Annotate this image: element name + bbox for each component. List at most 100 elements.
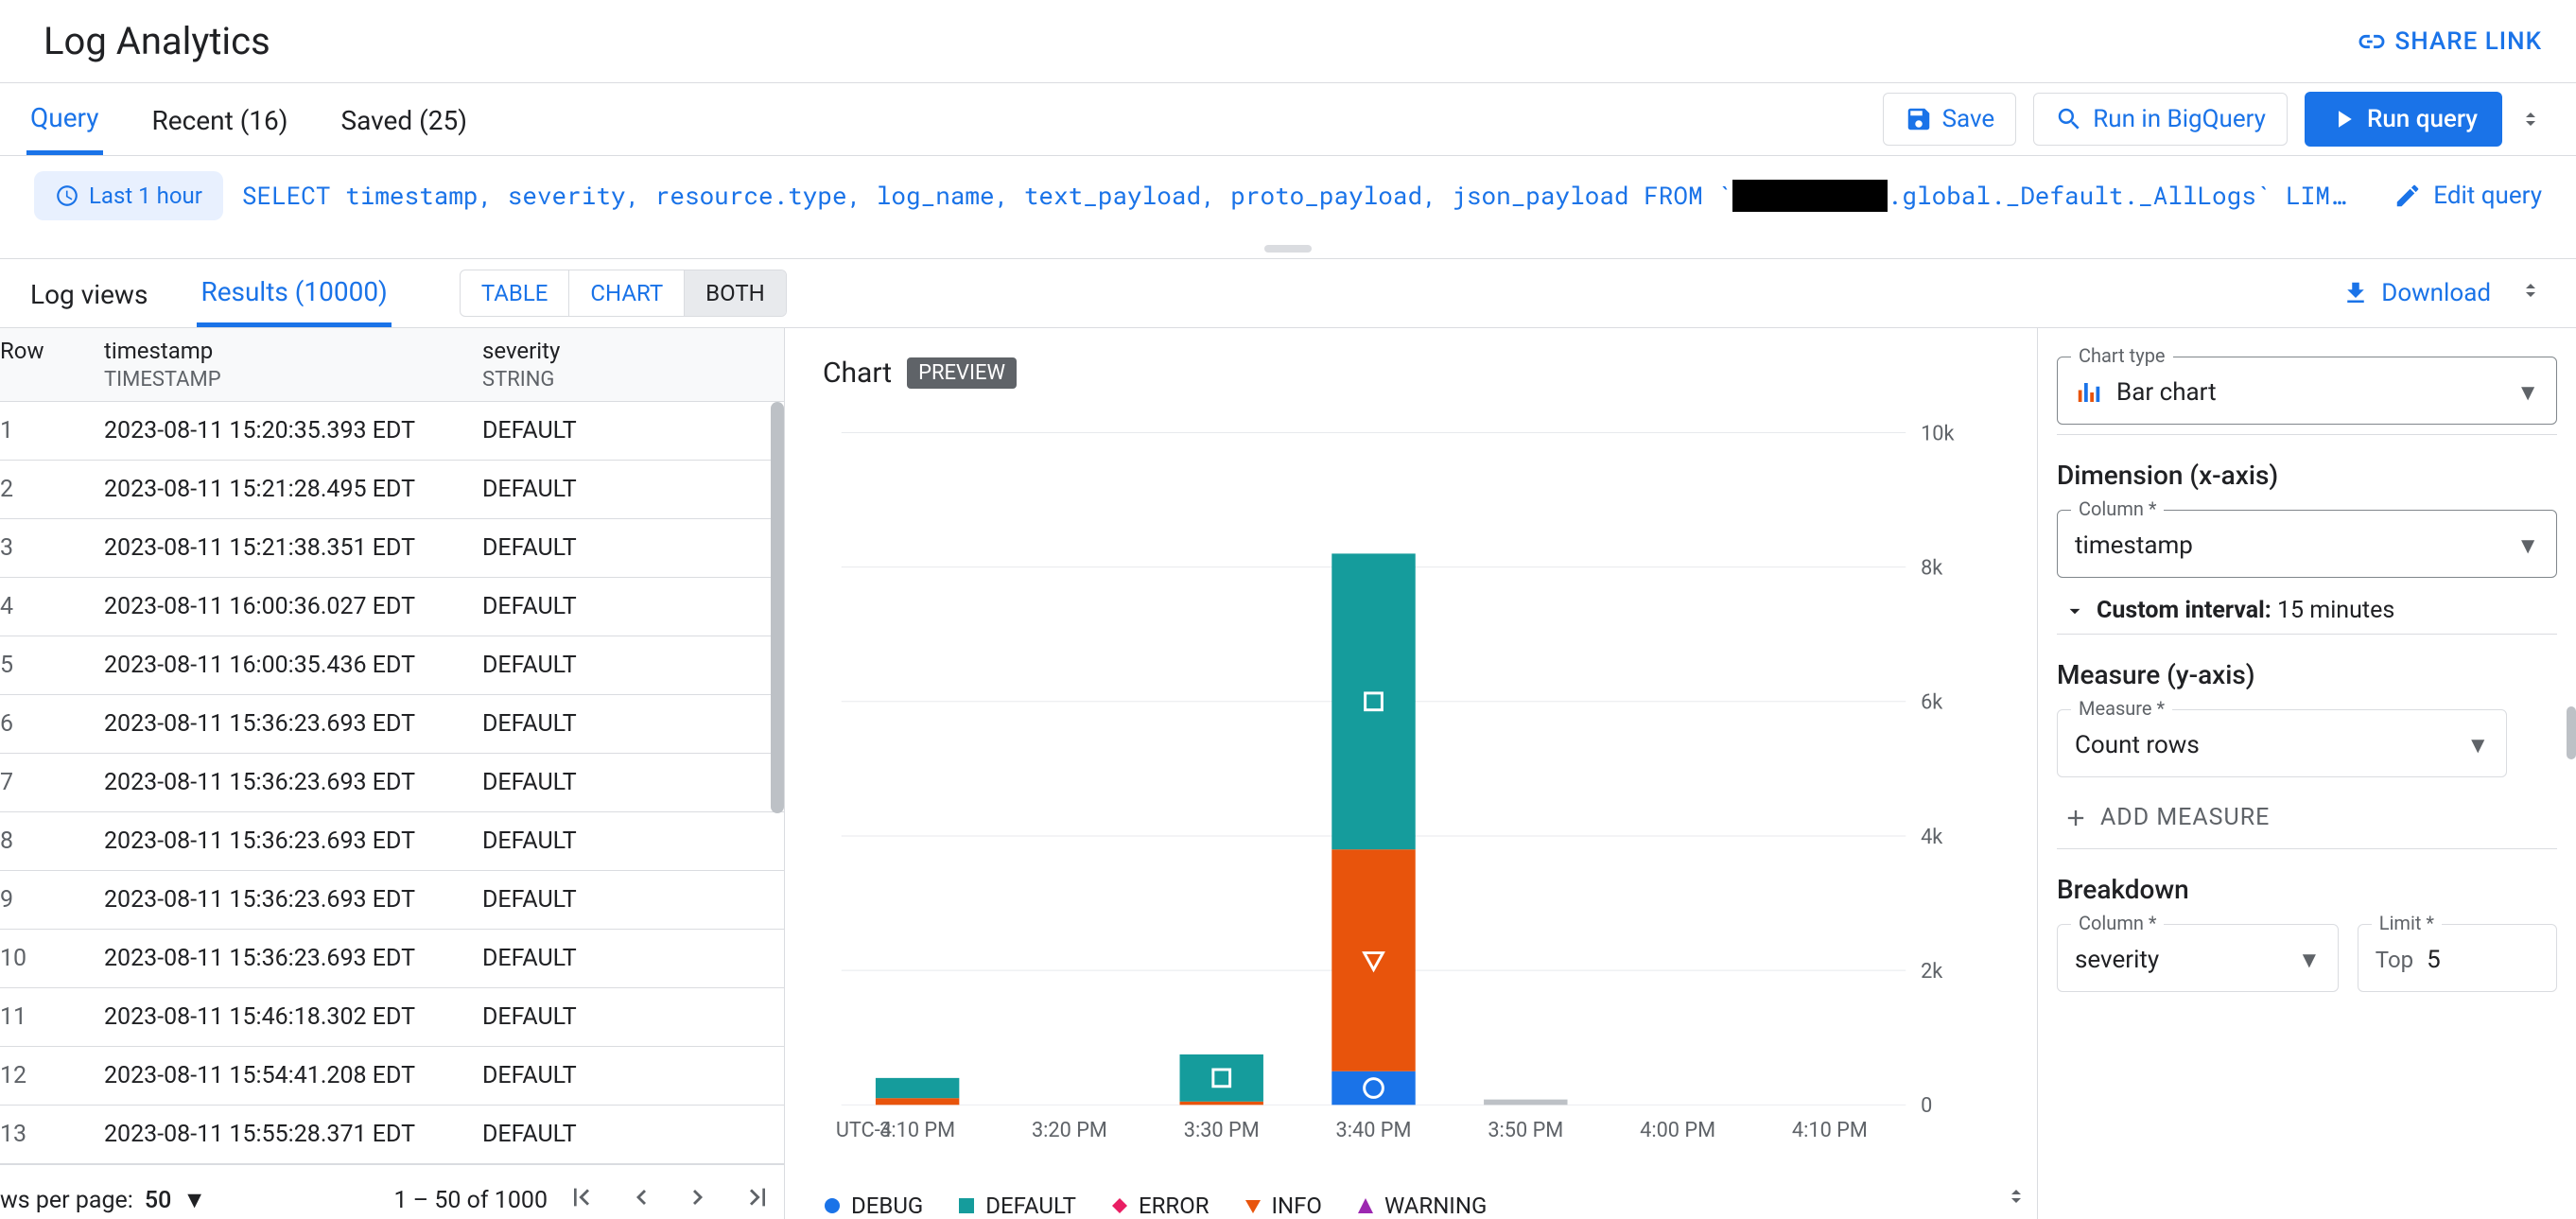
breakdown-limit-value: 5: [2427, 946, 2539, 974]
legend-item-debug[interactable]: DEBUG: [823, 1193, 923, 1219]
breakdown-heading: Breakdown: [2057, 874, 2557, 905]
svg-text:0: 0: [1921, 1094, 1932, 1118]
download-button[interactable]: Download: [2341, 279, 2491, 307]
sql-query-text: SELECT timestamp, severity, resource.typ…: [242, 180, 2375, 212]
table-row[interactable]: 62023-08-11 15:36:23.693 EDTDEFAULT: [0, 695, 784, 754]
preview-badge: PREVIEW: [907, 357, 1017, 389]
bigquery-icon: [2055, 105, 2083, 133]
link-icon: [2354, 26, 2386, 58]
dimension-heading: Dimension (x-axis): [2057, 460, 2557, 491]
svg-text:8k: 8k: [1921, 557, 1942, 581]
svg-text:3:20 PM: 3:20 PM: [1032, 1119, 1107, 1142]
edit-query-button[interactable]: Edit query: [2393, 182, 2542, 210]
run-bigquery-label: Run in BigQuery: [2093, 105, 2266, 133]
chevron-down-icon: ▼: [2516, 532, 2539, 560]
page-title: Log Analytics: [44, 19, 270, 63]
chart-type-select[interactable]: Chart type Bar chart ▼: [2057, 357, 2557, 425]
bar-chart-icon: [2075, 378, 2103, 407]
table-header: Row timestampTIMESTAMP severitySTRING: [0, 328, 784, 402]
dimension-column-label: Column *: [2071, 497, 2164, 520]
breakdown-column-value: severity: [2075, 946, 2285, 974]
pencil-icon: [2393, 182, 2422, 210]
legend-item-default[interactable]: DEFAULT: [957, 1193, 1076, 1219]
tab-log-views[interactable]: Log views: [26, 262, 151, 325]
view-toggle-table[interactable]: TABLE: [461, 270, 570, 316]
table-row[interactable]: 112023-08-11 15:46:18.302 EDTDEFAULT: [0, 988, 784, 1047]
table-row[interactable]: 32023-08-11 15:21:38.351 EDTDEFAULT: [0, 519, 784, 578]
table-row[interactable]: 132023-08-11 15:55:28.371 EDTDEFAULT: [0, 1106, 784, 1164]
view-toggle-both[interactable]: BOTH: [685, 270, 786, 316]
chart-heading: Chart: [823, 357, 892, 390]
measure-label: Measure *: [2071, 697, 2172, 720]
share-link-button[interactable]: SHARE LINK: [2354, 26, 2542, 58]
download-label: Download: [2381, 279, 2491, 307]
main-tab-saved-[interactable]: Saved (25): [338, 86, 471, 153]
custom-interval-toggle[interactable]: Custom interval: 15 minutes: [2057, 578, 2557, 624]
table-row[interactable]: 102023-08-11 15:36:23.693 EDTDEFAULT: [0, 930, 784, 988]
save-icon: [1905, 105, 1933, 133]
main-tab-recent-[interactable]: Recent (16): [148, 86, 292, 153]
chevron-down-icon: ▼: [2516, 379, 2539, 407]
svg-text:3:50 PM: 3:50 PM: [1488, 1119, 1563, 1142]
chevron-down-icon: ▼: [2466, 732, 2489, 759]
run-query-button[interactable]: Run query: [2305, 92, 2502, 147]
last-page-button[interactable]: [742, 1182, 773, 1219]
side-panel-scrollbar[interactable]: [2567, 706, 2576, 759]
legend-item-error[interactable]: ERROR: [1110, 1193, 1210, 1219]
rows-per-page-label: ws per page:: [0, 1187, 133, 1214]
tab-results[interactable]: Results (10000): [197, 259, 391, 327]
table-row[interactable]: 52023-08-11 16:00:35.436 EDTDEFAULT: [0, 636, 784, 695]
legend-swatch-icon: [957, 1196, 976, 1215]
dimension-column-select[interactable]: Column * timestamp ▼: [2057, 510, 2557, 578]
collapse-icon[interactable]: [2519, 279, 2542, 307]
breakdown-limit-field[interactable]: Limit * Top 5: [2358, 924, 2557, 992]
svg-text:6k: 6k: [1921, 691, 1942, 715]
table-scrollbar[interactable]: [771, 402, 784, 813]
first-page-button[interactable]: [566, 1182, 597, 1219]
main-tab-query[interactable]: Query: [26, 83, 103, 155]
run-bigquery-button[interactable]: Run in BigQuery: [2033, 93, 2288, 146]
legend-item-warning[interactable]: WARNING: [1356, 1193, 1487, 1219]
next-page-button[interactable]: [684, 1182, 714, 1219]
svg-text:4k: 4k: [1921, 826, 1942, 849]
time-range-chip[interactable]: Last 1 hour: [34, 171, 223, 220]
table-row[interactable]: 122023-08-11 15:54:41.208 EDTDEFAULT: [0, 1047, 784, 1106]
breakdown-limit-label: Limit *: [2372, 912, 2442, 934]
svg-text:UTC-4: UTC-4: [836, 1119, 892, 1142]
table-pagination: ws per page: 50 ▼ 1 – 50 of 1000: [0, 1164, 784, 1219]
resize-handle-icon[interactable]: [1264, 245, 1312, 253]
chevron-down-icon: ▼: [2298, 947, 2321, 974]
edit-query-label: Edit query: [2433, 182, 2542, 210]
table-row[interactable]: 12023-08-11 15:20:35.393 EDTDEFAULT: [0, 402, 784, 461]
measure-select[interactable]: Measure * Count rows ▼: [2057, 709, 2507, 777]
save-button[interactable]: Save: [1883, 93, 2017, 146]
legend-swatch-icon: [1356, 1196, 1375, 1215]
play-icon: [2329, 105, 2358, 133]
breakdown-column-select[interactable]: Column * severity ▼: [2057, 924, 2339, 992]
table-row[interactable]: 92023-08-11 15:36:23.693 EDTDEFAULT: [0, 871, 784, 930]
expand-chart-icon[interactable]: [2005, 1185, 2028, 1213]
unfold-icon[interactable]: [2519, 108, 2542, 131]
chart-legend: DEBUG DEFAULT ERROR INFO WARNING: [823, 1193, 1999, 1219]
chevron-down-icon[interactable]: ▼: [183, 1187, 206, 1214]
pagination-range: 1 – 50 of 1000: [393, 1187, 548, 1214]
table-row[interactable]: 82023-08-11 15:36:23.693 EDTDEFAULT: [0, 812, 784, 871]
svg-text:10k: 10k: [1921, 422, 1954, 445]
legend-swatch-icon: [1244, 1196, 1262, 1215]
view-toggle-chart[interactable]: CHART: [569, 270, 685, 316]
bar-chart: 02k4k6k8k10k3:10 PM3:20 PM3:30 PM3:40 PM…: [823, 409, 1999, 1185]
table-row[interactable]: 72023-08-11 15:36:23.693 EDTDEFAULT: [0, 754, 784, 812]
table-row[interactable]: 22023-08-11 15:21:28.495 EDTDEFAULT: [0, 461, 784, 519]
run-query-label: Run query: [2367, 105, 2478, 133]
legend-item-info[interactable]: INFO: [1244, 1193, 1322, 1219]
dimension-column-value: timestamp: [2075, 531, 2503, 560]
rows-per-page-value[interactable]: 50: [145, 1187, 171, 1214]
measure-value: Count rows: [2075, 731, 2453, 759]
prev-page-button[interactable]: [625, 1182, 655, 1219]
svg-text:4:10 PM: 4:10 PM: [1792, 1119, 1868, 1142]
add-measure-button[interactable]: ADD MEASURE: [2057, 777, 2557, 839]
table-row[interactable]: 42023-08-11 16:00:36.027 EDTDEFAULT: [0, 578, 784, 636]
svg-text:4:00 PM: 4:00 PM: [1640, 1119, 1715, 1142]
chevron-down-icon: [2063, 599, 2087, 623]
breakdown-limit-prefix: Top: [2376, 947, 2413, 973]
